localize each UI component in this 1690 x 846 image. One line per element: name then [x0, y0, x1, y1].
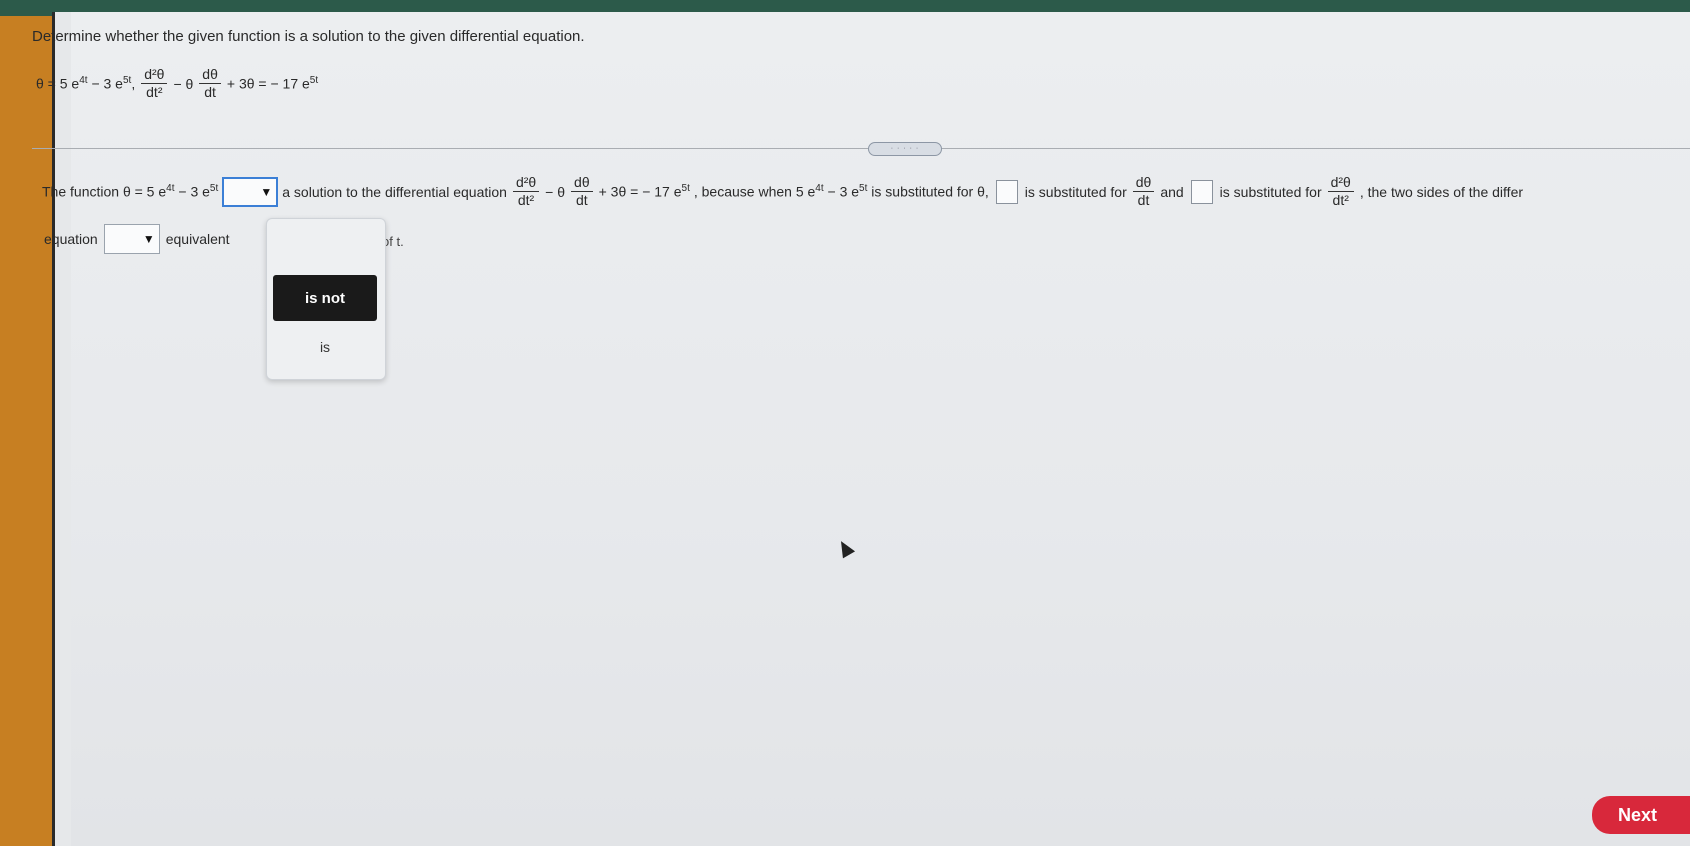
chevron-down-icon: ▼: [142, 232, 155, 246]
answer-sentence: The function θ = 5 e4t − 3 e5t ▼ a solut…: [42, 174, 1524, 209]
answer-first-derivative-fraction: dθ dt: [571, 174, 593, 209]
second-derivative-fraction: d²θ dt²: [141, 66, 168, 101]
dropdown-option-is[interactable]: is: [273, 331, 377, 363]
given-equation: θ = 5 e4t − 3 e5t, d²θ dt² − θ dθ dt + 3…: [36, 66, 319, 101]
d2theta-dt2-fraction: d²θ dt²: [1327, 174, 1354, 209]
theta-substitution-box[interactable]: [995, 179, 1018, 204]
first-derivative-fraction: dθ dt: [199, 66, 221, 101]
second-derivative-substitution-box[interactable]: [1190, 179, 1213, 204]
answer-sentence-line-2: equation ▼ equivalent: [44, 224, 230, 254]
given-function: θ = 5 e4t − 3 e5t,: [36, 75, 136, 92]
next-button[interactable]: Next: [1592, 796, 1690, 834]
dropdown-option-is-not[interactable]: is not: [273, 275, 377, 321]
screen: [52, 12, 1690, 846]
is-isnot-select-2[interactable]: ▼: [103, 224, 160, 254]
section-divider: [32, 148, 1690, 149]
dropdown-menu: is not is: [266, 218, 386, 380]
dtheta-dt-fraction: dθ dt: [1132, 174, 1155, 209]
resize-handle[interactable]: · · · · ·: [868, 142, 942, 156]
instruction-text: Determine whether the given function is …: [32, 28, 585, 45]
is-isnot-select-1[interactable]: ▼: [222, 176, 279, 207]
chevron-down-icon: ▼: [260, 184, 273, 199]
answer-second-derivative-fraction: d²θ dt²: [512, 174, 540, 209]
question-area: [71, 12, 1690, 846]
